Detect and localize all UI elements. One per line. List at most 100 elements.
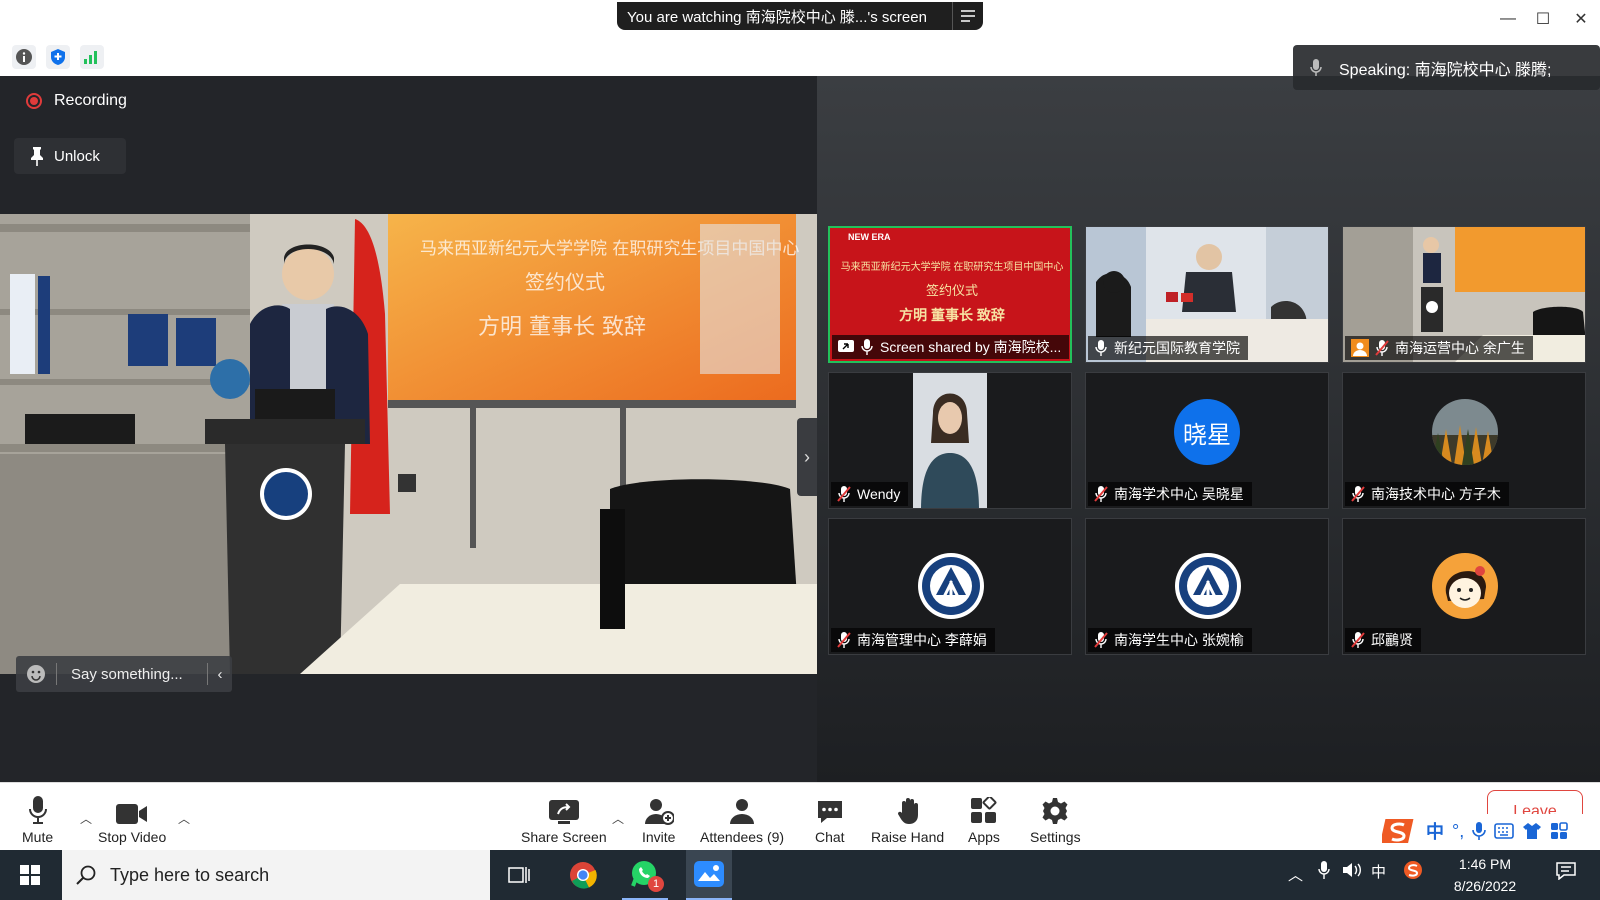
active-speaker-indicator: Speaking: 南海院校中心 滕腾; <box>1293 45 1600 90</box>
chevron-right-icon: › <box>804 446 810 467</box>
chat-button[interactable]: Chat <box>815 795 845 845</box>
participant-name: 南海技术中心 方子木 <box>1371 486 1501 502</box>
tile-name-label: 南海学术中心 吴晓星 <box>1088 482 1252 506</box>
taskbar-clock[interactable]: 1:46 PM 8/26/2022 <box>1430 853 1540 897</box>
share-screen-label: Share Screen <box>521 829 607 845</box>
punctuation-icon[interactable]: °, <box>1452 821 1464 842</box>
toolbox-grid-icon[interactable] <box>1550 822 1569 840</box>
clock-date: 8/26/2022 <box>1453 878 1517 894</box>
participant-name: 南海管理中心 李薛娟 <box>857 632 987 648</box>
stop-video-label: Stop Video <box>98 829 167 845</box>
notification-badge: 1 <box>648 876 664 892</box>
view-options-icon[interactable] <box>952 2 983 30</box>
volume-icon[interactable] <box>1342 862 1362 882</box>
video-options-caret[interactable]: ︿ <box>178 810 190 827</box>
close-button[interactable]: ✕ <box>1570 8 1592 30</box>
tile-name-label: 南海学生中心 张婉榆 <box>1088 628 1252 652</box>
tile-slide-brand: NEW ERA <box>848 232 891 242</box>
unlock-button[interactable]: Unlock <box>14 138 126 174</box>
participant-tile[interactable]: 新纪元国际教育学院 <box>1085 226 1329 363</box>
taskbar-search-placeholder: Type here to search <box>110 864 270 885</box>
pin-icon <box>31 147 43 166</box>
screen-slide-line3: 方明 董事长 致辞 <box>478 315 646 340</box>
share-screen-button[interactable]: Share Screen <box>521 795 607 845</box>
voice-input-icon[interactable] <box>1472 821 1487 841</box>
microphone-icon <box>28 795 48 825</box>
minimize-button[interactable]: — <box>1497 8 1519 30</box>
microphone-icon <box>1293 58 1339 78</box>
institution-logo <box>1175 553 1241 619</box>
mute-button[interactable]: Mute <box>22 795 53 845</box>
participant-tile[interactable]: 邱鸝贤 <box>1342 518 1586 655</box>
task-view-icon[interactable] <box>496 850 542 900</box>
reaction-chat-bar[interactable]: Say something... ‹ <box>16 656 232 692</box>
microphone-icon <box>1095 340 1107 356</box>
chrome-app-icon[interactable] <box>560 850 606 900</box>
muted-microphone-icon <box>1094 486 1108 502</box>
settings-label: Settings <box>1030 829 1081 845</box>
search-icon <box>62 865 110 885</box>
skin-shirt-icon[interactable] <box>1522 822 1542 840</box>
ime-language-label[interactable]: 中 <box>1426 818 1444 844</box>
connection-stats-icon[interactable] <box>80 45 104 69</box>
sogou-tray-icon[interactable] <box>1403 860 1423 884</box>
say-something-input[interactable]: Say something... <box>57 666 207 683</box>
add-user-icon <box>644 795 674 825</box>
raise-hand-button[interactable]: Raise Hand <box>871 795 944 845</box>
apps-button[interactable]: Apps <box>968 795 1000 845</box>
meeting-toolbar <box>0 782 1600 851</box>
zoom-app-icon[interactable] <box>686 850 732 900</box>
tile-slide-line3: 方明 董事长 致辞 <box>899 307 1005 323</box>
maximize-button[interactable]: ☐ <box>1532 8 1554 30</box>
participant-name: 南海学术中心 吴晓星 <box>1114 486 1244 502</box>
participant-tile[interactable]: 晓星 南海学术中心 吴晓星 <box>1085 372 1329 509</box>
action-center-icon[interactable] <box>1556 862 1576 884</box>
meeting-info-icon[interactable] <box>12 45 36 69</box>
recording-indicator: Recording <box>26 92 127 110</box>
show-hidden-icons-chevron[interactable]: ︿ <box>1288 864 1303 885</box>
collapse-gallery-handle[interactable]: › <box>797 418 817 496</box>
video-camera-icon <box>116 795 148 825</box>
avatar <box>1432 399 1498 465</box>
speaking-text: Speaking: 南海院校中心 滕腾; <box>1339 61 1552 79</box>
avatar <box>1432 553 1498 619</box>
participant-tile[interactable]: 南海技术中心 方子木 <box>1342 372 1586 509</box>
share-screen-icon <box>838 340 854 352</box>
main-shared-video: 马来西亚新纪元大学学院 在职研究生项目中国中心 签约仪式 方明 董事长 致辞 <box>0 214 817 674</box>
tile-name-label: 南海运营中心 余广生 <box>1345 336 1533 360</box>
taskbar-search-box[interactable]: Type here to search <box>62 850 490 900</box>
participant-name: Wendy <box>857 486 901 502</box>
input-language-indicator[interactable]: 中 <box>1371 861 1386 882</box>
audio-options-caret[interactable]: ︿ <box>80 810 92 827</box>
chat-label: Chat <box>815 829 845 845</box>
whatsapp-app-icon[interactable]: 1 <box>622 850 668 900</box>
keyboard-icon[interactable] <box>1494 823 1515 839</box>
participant-tile[interactable]: Wendy <box>828 372 1072 509</box>
security-shield-icon[interactable] <box>46 45 70 69</box>
tile-name-label: 南海管理中心 李薛娟 <box>831 628 995 652</box>
muted-microphone-icon <box>837 632 851 648</box>
participant-name: 南海学生中心 张婉榆 <box>1114 632 1244 648</box>
microphone-tray-icon[interactable] <box>1318 860 1330 884</box>
participant-tile[interactable]: 南海管理中心 李薛娟 <box>828 518 1072 655</box>
tile-name-label: 南海技术中心 方子木 <box>1345 482 1509 506</box>
windows-start-icon[interactable] <box>0 850 60 900</box>
muted-microphone-icon <box>1351 486 1365 502</box>
apps-label: Apps <box>968 829 1000 845</box>
viewing-banner[interactable]: You are watching 南海院校中心 滕...'s screen <box>617 2 983 30</box>
tile-slide-line2: 签约仪式 <box>925 283 978 298</box>
settings-button[interactable]: Settings <box>1030 795 1081 845</box>
participant-tile[interactable]: 南海运营中心 余广生 <box>1342 226 1586 363</box>
stop-video-button[interactable]: Stop Video <box>98 795 166 845</box>
mute-label: Mute <box>22 829 54 845</box>
participant-tile[interactable]: 南海学生中心 张婉榆 <box>1085 518 1329 655</box>
ime-toolbar[interactable]: 中 °, <box>1382 814 1600 848</box>
participant-tile-screenshare[interactable]: NEW ERA 马来西亚新纪元大学学院 在职研究生项目中国中心 签约仪式 方明 … <box>828 226 1072 363</box>
invite-button[interactable]: Invite <box>642 795 675 845</box>
conference-room-scene: 马来西亚新纪元大学学院 在职研究生项目中国中心 签约仪式 方明 董事长 致辞 <box>0 214 817 674</box>
attendees-button[interactable]: Attendees (9) <box>700 795 784 845</box>
share-options-caret[interactable]: ︿ <box>612 810 624 827</box>
emoji-icon[interactable] <box>16 664 56 684</box>
tile-name-label: 新纪元国际教育学院 <box>1088 336 1248 360</box>
chevron-left-icon[interactable]: ‹ <box>208 666 232 683</box>
